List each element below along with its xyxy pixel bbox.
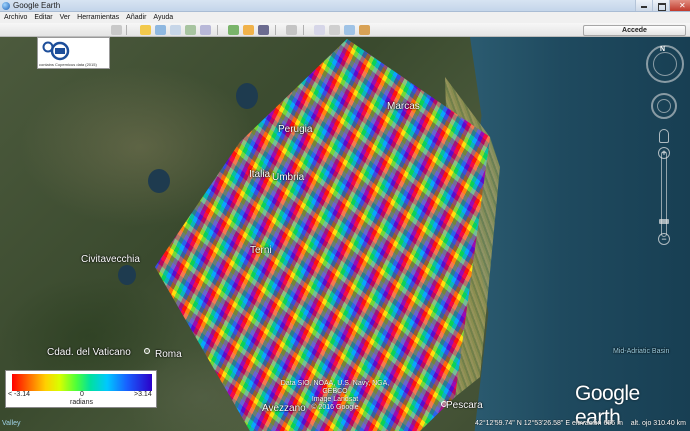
cnr-logo: contains Copernicus data (2015) xyxy=(37,37,110,69)
menu-archivo[interactable]: Archivo xyxy=(0,12,30,23)
place-label-terni[interactable]: Terni xyxy=(250,245,272,256)
place-label-mid-adriatic-basin[interactable]: Mid-Adriatic Basin xyxy=(613,348,669,355)
toolbar-separator xyxy=(126,25,127,35)
save-image-icon[interactable] xyxy=(344,25,355,35)
zoom-out-button[interactable]: − xyxy=(658,233,670,245)
menu-ver[interactable]: Ver xyxy=(56,12,74,23)
navigation-controls: N + − xyxy=(640,43,690,273)
status-coordinates: 42°12'59.74" N 12°53'26.58" E elevación … xyxy=(475,420,623,427)
window-title: Google Earth xyxy=(13,0,61,10)
status-eye-altitude: alt. ojo 310.40 km xyxy=(630,420,686,427)
historical-imagery-icon[interactable] xyxy=(228,25,239,35)
ruler-icon[interactable] xyxy=(286,25,297,35)
street-view-pegman-icon[interactable] xyxy=(659,129,669,143)
earth-map-view[interactable]: contains Copernicus data (2015) Marcas P… xyxy=(0,37,690,431)
toolbar: Accede xyxy=(0,23,690,37)
legend-min-label: < -3.14 xyxy=(8,391,30,398)
north-indicator-icon[interactable]: N xyxy=(660,46,665,53)
phase-color-legend: < -3.14 0 >3.14 radians xyxy=(5,370,157,408)
toolbar-separator xyxy=(275,25,276,35)
planets-icon[interactable] xyxy=(258,25,269,35)
place-label-pescara[interactable]: Pescara xyxy=(446,400,483,411)
lake xyxy=(148,169,170,193)
place-label-civitavecchia[interactable]: Civitavecchia xyxy=(81,254,140,265)
lake xyxy=(118,265,136,285)
place-label-marcas[interactable]: Marcas xyxy=(387,101,420,112)
window-controls xyxy=(635,0,690,11)
image-overlay-icon[interactable] xyxy=(185,25,196,35)
imagery-attribution: Data SIO, NOAA, U.S. Navy, NGA, GEBCO Im… xyxy=(276,380,394,412)
zoom-slider-thumb[interactable] xyxy=(659,219,669,224)
status-bar: Valley 42°12'59.74" N 12°53'26.58" E ele… xyxy=(0,416,690,431)
sign-in-button[interactable]: Accede xyxy=(583,25,686,36)
legend-unit-label: radians xyxy=(70,399,93,406)
email-icon[interactable] xyxy=(314,25,325,35)
place-label-vaticano[interactable]: Cdad. del Vaticano xyxy=(47,347,131,358)
path-icon[interactable] xyxy=(170,25,181,35)
view-in-maps-icon[interactable] xyxy=(359,25,370,35)
legend-color-bar xyxy=(12,374,152,391)
menu-herramientas[interactable]: Herramientas xyxy=(73,12,122,23)
lake xyxy=(236,83,258,109)
toolbar-separator xyxy=(217,25,218,35)
close-button[interactable] xyxy=(669,0,690,11)
place-label-italia[interactable]: Italia xyxy=(249,169,270,180)
placemark-icon[interactable] xyxy=(140,25,151,35)
google-earth-icon xyxy=(2,1,10,10)
menu-editar[interactable]: Editar xyxy=(30,12,55,23)
minimize-button[interactable] xyxy=(635,0,652,11)
place-label-valley: Valley xyxy=(2,420,21,427)
menu-bar: Archivo Editar Ver Herramientas Añadir A… xyxy=(0,12,690,23)
title-bar: Google Earth xyxy=(0,0,690,12)
move-joystick-inner[interactable] xyxy=(657,99,671,113)
google-earth-window: Google Earth Archivo Editar Ver Herramie… xyxy=(0,0,690,431)
print-icon[interactable] xyxy=(329,25,340,35)
sun-icon[interactable] xyxy=(243,25,254,35)
place-pin[interactable] xyxy=(144,348,150,354)
maximize-button[interactable] xyxy=(652,0,669,11)
sidebar-toggle-icon[interactable] xyxy=(111,25,122,35)
menu-anadir[interactable]: Añadir xyxy=(122,12,149,23)
status-readout: 42°12'59.74" N 12°53'26.58" E elevación … xyxy=(475,420,686,427)
place-label-roma[interactable]: Roma xyxy=(155,349,182,360)
record-tour-icon[interactable] xyxy=(200,25,211,35)
zoom-slider[interactable] xyxy=(661,151,667,237)
menu-ayuda[interactable]: Ayuda xyxy=(149,12,176,23)
legend-max-label: >3.14 xyxy=(134,391,152,398)
cnr-logo-mark xyxy=(42,41,70,61)
toolbar-separator xyxy=(303,25,304,35)
attribution-text: Data SIO, NOAA, U.S. Navy, NGA, GEBCO Im… xyxy=(280,380,390,411)
legend-zero-label: 0 xyxy=(80,391,84,398)
place-label-umbria[interactable]: Umbria xyxy=(272,172,304,183)
logo-caption: contains Copernicus data (2015) xyxy=(39,62,97,67)
polygon-icon[interactable] xyxy=(155,25,166,35)
look-joystick-inner[interactable] xyxy=(653,52,677,76)
place-label-perugia[interactable]: Perugia xyxy=(278,124,312,135)
